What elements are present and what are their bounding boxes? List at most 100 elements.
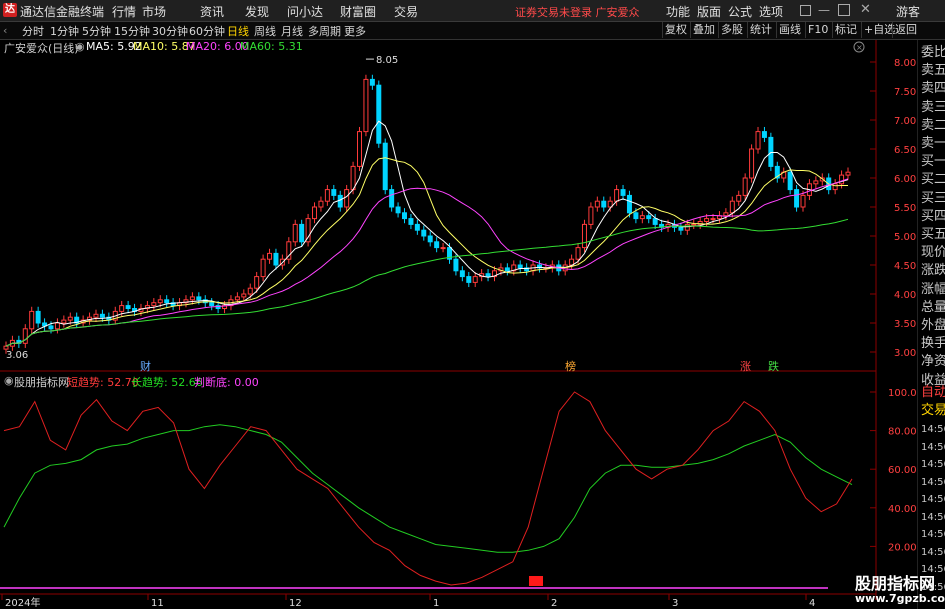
minimize-icon[interactable]: — [818,3,830,17]
draw-line-button[interactable]: 画线 [776,22,803,38]
quote-panel-item[interactable]: 买一 [921,155,945,169]
menu-discover[interactable]: 发现 [245,3,269,20]
menu-trade[interactable]: 交易 [394,3,418,20]
candle-body [402,212,408,220]
quote-panel-item[interactable]: 外盘 [921,319,945,333]
candle-body [517,264,523,269]
statistics-button[interactable]: 统计 [747,22,774,38]
bottom-signal-bar [529,576,543,586]
quote-panel-item[interactable]: 总量 [921,300,945,315]
candle-body [254,276,260,289]
candle-body [196,296,202,301]
quote-panel-item[interactable]: 现价 [921,246,945,260]
mark-button[interactable]: 标记 [832,22,859,38]
return-button[interactable]: 返回 [892,22,919,38]
quote-panel-item[interactable]: 卖五 [921,64,945,78]
period-more[interactable]: 更多 [344,23,366,39]
candle-body [845,171,851,176]
time-tick-label: 12 [289,598,302,609]
candle-body [761,131,767,138]
period-monthly[interactable]: 月线 [281,23,303,39]
high-price-label: 8.05 [376,55,398,66]
candle-body [376,84,382,144]
candle-body [646,215,652,220]
quote-panel-item[interactable]: 委比 [921,46,945,60]
menu-wealth-circle[interactable]: 财富圈 [340,3,376,20]
trade-time: 14:56 [921,511,945,523]
ma60-line [5,218,849,347]
candle-body [459,270,465,278]
overlay-button[interactable]: 叠加 [690,22,717,38]
time-tick-label: 11 [151,598,164,609]
menu-formula[interactable]: 公式 [728,3,752,20]
candle-body [29,310,35,330]
quote-panel-item[interactable]: 卖四 [921,82,945,96]
period-1min[interactable]: 1分钟 [50,23,79,39]
adjust-button[interactable]: 复权 [662,22,689,38]
maximize-icon[interactable] [838,4,850,16]
period-daily[interactable]: 日线 [227,23,249,39]
menu-function[interactable]: 功能 [666,3,690,20]
period-60min[interactable]: 60分钟 [189,23,225,39]
indicator-tick-label: 40.00 [888,504,917,515]
quote-panel-item[interactable]: 买五 [921,228,945,242]
chart-area[interactable]: 8.00 7.50 7.00 6.50 6.00 5.50 5.00 4.50 4.00 3.50… [0,40,917,609]
quote-panel-item[interactable]: 交易 [921,404,945,418]
period-multi[interactable]: 多周期 [308,23,341,39]
quote-panel-item[interactable]: 卖二 [921,118,945,133]
guest-user[interactable]: 游客 [896,3,920,20]
quote-panel-item[interactable]: 卖三 [921,100,945,115]
candle-body [234,296,240,301]
nav-back-icon[interactable]: ‹ [3,24,7,37]
candle-body [357,131,363,167]
candle-body [3,345,9,350]
multi-stock-button[interactable]: 多股 [718,22,745,38]
window-restore-icon[interactable] [800,5,811,16]
candle-body [267,252,273,260]
quote-panel-item[interactable]: 买三 [921,191,945,206]
quote-panel-item[interactable]: 买二 [921,173,945,187]
menu-options[interactable]: 选项 [759,3,783,20]
trade-time: 14:56 [921,459,945,470]
bottom-judge-label: 判断底: 0.00 [194,376,259,389]
period-weekly[interactable]: 周线 [254,23,276,39]
menu-layout[interactable]: 版面 [697,3,721,20]
quote-panel-item[interactable]: 涨跌 [921,264,945,278]
quote-panel-item[interactable]: 自动 [921,386,945,400]
candle-body [324,189,330,202]
period-15min[interactable]: 15分钟 [114,23,150,39]
period-30min[interactable]: 30分钟 [152,23,188,39]
close-icon[interactable]: ✕ [860,2,871,17]
candle-body [318,200,324,208]
candle-body [382,142,388,191]
candle-body [54,322,60,330]
period-5min[interactable]: 5分钟 [82,23,111,39]
menu-wenxiaoda[interactable]: 问小达 [287,3,323,20]
quote-panel-item[interactable]: 涨幅 [921,282,945,297]
candle-body [594,200,600,208]
period-intraday[interactable]: 分时 [22,23,44,39]
quote-panel-item[interactable]: 净资 [921,355,945,369]
right-quote-panel: 委比 卖五 卖四 卖三 卖二 卖一 买一 买二 买三 买四 买五 现价 涨跌 涨幅 总量 外盘 换手 净资 收益 自动… [917,40,945,609]
candle-body [209,302,215,307]
quote-panel-item[interactable]: 买四 [921,209,945,224]
time-tick-label: 2 [551,598,557,609]
candle-body [472,276,478,283]
candle-body [395,206,401,214]
indicator-settings-icon[interactable]: ◉ [4,374,14,387]
candle-body [684,223,690,231]
candle-body [151,302,157,307]
candle-body [305,218,311,243]
f10-button[interactable]: F10 [805,22,830,38]
candle-body [626,194,632,214]
candle-body [421,229,427,237]
quote-panel-item[interactable]: 卖一 [921,137,945,151]
candle-body [35,310,41,324]
menu-quotes[interactable]: 行情 [112,3,136,20]
quote-panel-item[interactable]: 换手 [921,337,945,351]
price-tick-label: 8.00 [894,58,916,69]
candle-body [260,258,266,278]
menu-news[interactable]: 资讯 [200,3,224,20]
menu-market[interactable]: 市场 [142,3,166,20]
ma5-line [5,120,849,347]
